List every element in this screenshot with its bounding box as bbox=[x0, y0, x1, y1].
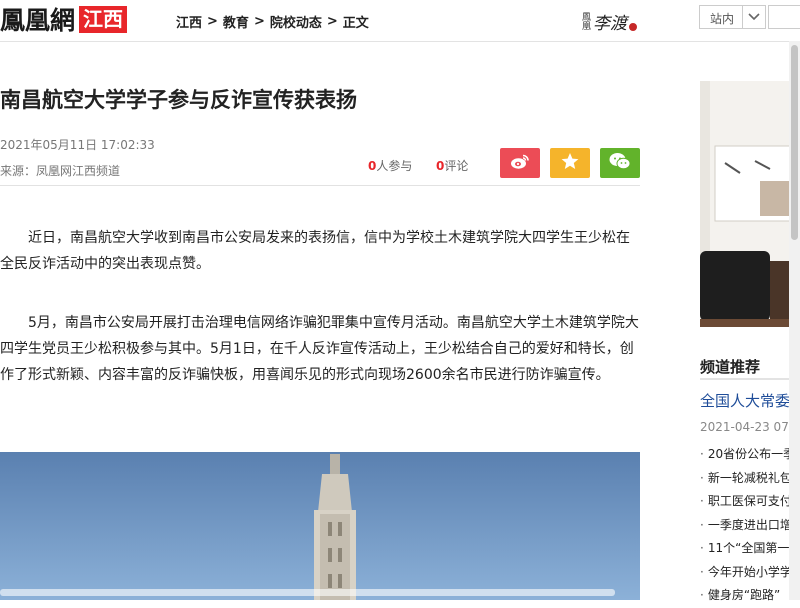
comments-label: 评论 bbox=[444, 159, 469, 173]
list-item[interactable]: 20省份公布一季度 bbox=[700, 443, 800, 467]
breadcrumb-item-body: 正文 bbox=[342, 16, 369, 31]
logo-region-badge: 江西 bbox=[79, 5, 128, 33]
sidebar-news-list: 20省份公布一季度 新一轮减税礼包来 职工医保可支付家 一季度进出口增速 11个… bbox=[700, 443, 800, 608]
partner-logo[interactable]: 鳳凰 李渡 bbox=[580, 7, 646, 35]
partner-seal-icon bbox=[629, 23, 637, 31]
sidebar-top-story-link[interactable]: 全国人大常委会 bbox=[700, 390, 800, 411]
list-item[interactable]: 健身房“跑路” bbox=[700, 584, 800, 608]
share-wechat-button[interactable] bbox=[600, 148, 640, 178]
participants-link[interactable]: 0人参与 bbox=[368, 157, 412, 174]
site-logo[interactable]: 鳳凰網 江西 bbox=[0, 3, 128, 35]
publish-time: 2021年05月11日 17:02:33 bbox=[0, 138, 155, 152]
favorite-button[interactable] bbox=[550, 148, 590, 178]
partner-logo-text: 李渡 bbox=[593, 13, 627, 34]
breadcrumb-separator: > bbox=[326, 14, 338, 29]
breadcrumb-item-jiangxi[interactable]: 江西 bbox=[176, 12, 202, 31]
office-photo-illustration bbox=[700, 81, 800, 327]
site-header: 鳳凰網 江西 江西 > 教育 > 院校动态 > 正文 鳳凰 李渡 站内 bbox=[0, 0, 800, 42]
partner-logo-small-text: 鳳凰 bbox=[580, 12, 590, 30]
breadcrumb-item-education[interactable]: 教育 bbox=[223, 12, 249, 31]
search-scope-select[interactable]: 站内 bbox=[699, 5, 766, 29]
channel-recommend-heading: 频道推荐 bbox=[700, 356, 800, 380]
photo-scrollbar[interactable] bbox=[0, 589, 615, 596]
search-scope-label: 站内 bbox=[710, 12, 735, 26]
list-item[interactable]: 11个“全国第一” bbox=[700, 537, 800, 561]
article-paragraph: 5月，南昌市公安局开展打击治理电信网络诈骗犯罪集中宣传月活动。南昌航空大学土木建… bbox=[0, 315, 639, 383]
list-item[interactable]: 职工医保可支付家 bbox=[700, 490, 800, 514]
article-divider bbox=[0, 185, 640, 186]
breadcrumb-item-school-news[interactable]: 院校动态 bbox=[270, 12, 322, 31]
article-photo bbox=[0, 452, 640, 600]
logo-text: 鳳凰網 bbox=[0, 6, 76, 35]
list-item[interactable]: 新一轮减税礼包来 bbox=[700, 467, 800, 491]
article-source: 来源：凤凰网江西频道 bbox=[0, 164, 121, 178]
comments-link[interactable]: 0评论 bbox=[436, 157, 468, 174]
chevron-down-icon bbox=[742, 6, 765, 28]
list-item[interactable]: 一季度进出口增速 bbox=[700, 514, 800, 538]
wechat-icon bbox=[609, 152, 631, 174]
tower-illustration bbox=[0, 452, 640, 600]
list-item[interactable]: 今年开始小学学制 bbox=[700, 561, 800, 585]
article-paragraph: 近日，南昌航空大学收到南昌市公安局发来的表扬信，信中为学校土木建筑学院大四学生王… bbox=[0, 230, 630, 272]
participants-label: 人参与 bbox=[376, 159, 413, 173]
breadcrumb: 江西 > 教育 > 院校动态 > 正文 bbox=[176, 12, 369, 31]
breadcrumb-separator: > bbox=[207, 14, 218, 29]
weibo-icon bbox=[510, 153, 530, 174]
search-input[interactable] bbox=[768, 5, 800, 29]
share-weibo-button[interactable] bbox=[500, 148, 540, 178]
star-icon bbox=[561, 152, 579, 174]
sidebar-top-story-date: 2021-04-23 07:36 bbox=[700, 420, 800, 434]
sidebar-photo[interactable] bbox=[700, 81, 800, 327]
page-scrollbar-thumb[interactable] bbox=[791, 45, 798, 240]
breadcrumb-separator: > bbox=[253, 14, 265, 29]
article-title: 南昌航空大学学子参与反诈宣传获表扬 bbox=[0, 88, 357, 112]
